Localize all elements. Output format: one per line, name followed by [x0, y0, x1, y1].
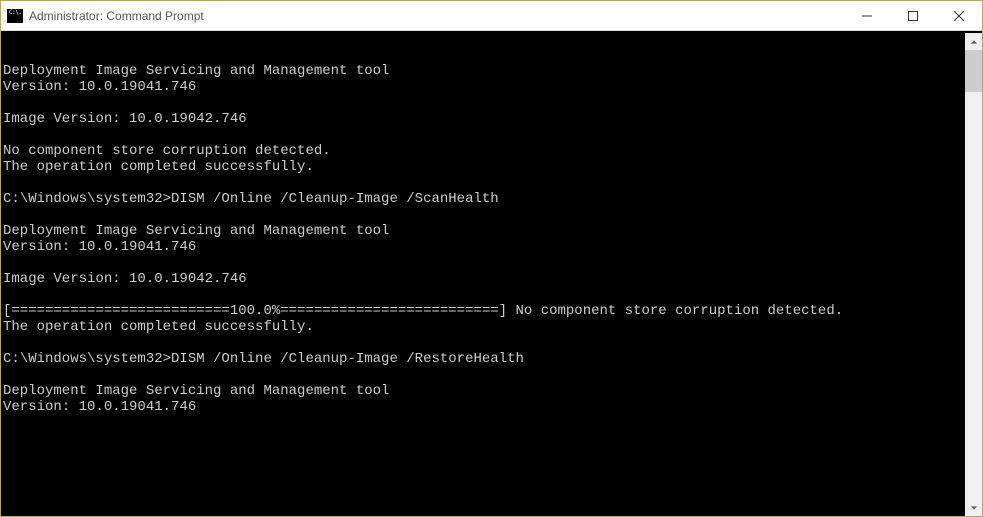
window-controls [844, 1, 982, 30]
vertical-scrollbar[interactable] [965, 33, 982, 516]
close-button[interactable] [936, 1, 982, 30]
scroll-up-button[interactable] [965, 33, 982, 50]
maximize-button[interactable] [890, 1, 936, 30]
titlebar[interactable]: C:\. Administrator: Command Prompt [1, 1, 982, 31]
minimize-button[interactable] [844, 1, 890, 30]
scroll-down-button[interactable] [965, 499, 982, 516]
console-output[interactable]: Deployment Image Servicing and Managemen… [1, 33, 965, 516]
console-wrapper: Deployment Image Servicing and Managemen… [1, 31, 982, 516]
scroll-thumb[interactable] [965, 50, 982, 92]
window-title: Administrator: Command Prompt [29, 9, 204, 23]
cmd-icon: C:\. [7, 9, 23, 23]
command-prompt-window: C:\. Administrator: Command Prompt Deplo… [0, 0, 983, 517]
